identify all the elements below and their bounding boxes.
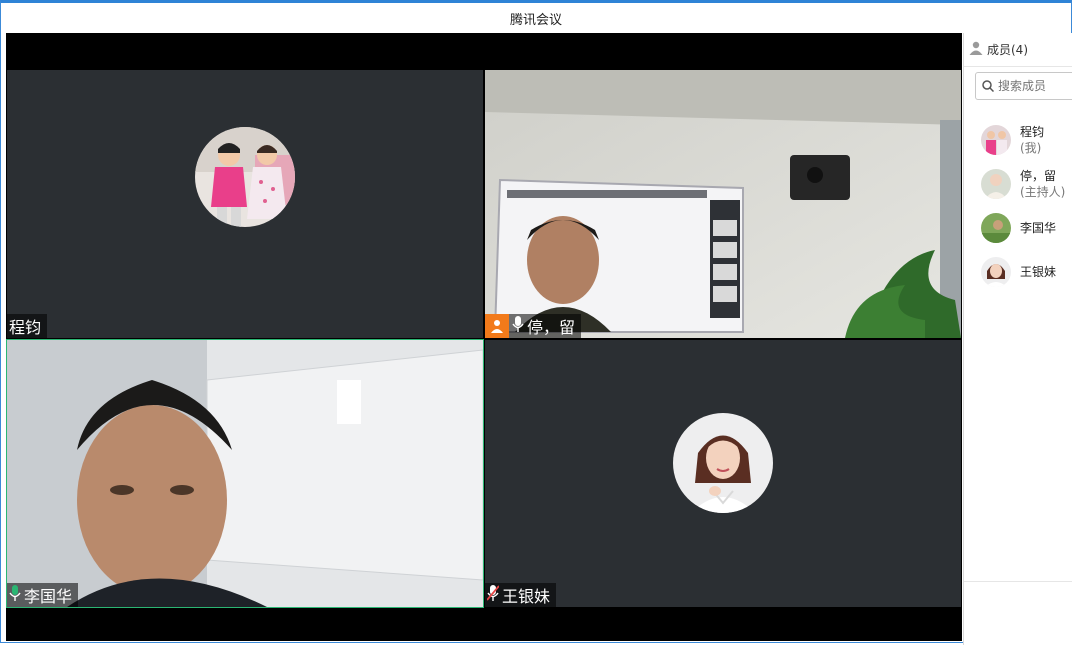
member-search-input[interactable]	[998, 79, 1068, 93]
search-icon	[982, 77, 995, 96]
members-count-label: 成员(4)	[987, 43, 1028, 57]
members-header[interactable]: 成员(4)	[964, 33, 1072, 67]
host-icon	[485, 314, 509, 338]
meeting-window: 腾讯会议 程钧 停，留 李国华 王银妹 成员(4) 搜索成员 程钧 (我) 停，…	[0, 0, 1072, 645]
member-avatar	[981, 213, 1011, 243]
microphone-icon	[512, 316, 524, 336]
person-icon	[969, 41, 983, 58]
member-item[interactable]: 王银妹	[964, 250, 1072, 294]
panel-divider	[964, 581, 1072, 582]
participant-name-tag: 停，留	[485, 314, 582, 338]
member-item[interactable]: 李国华	[964, 206, 1072, 250]
member-avatar	[981, 257, 1011, 287]
member-role: (主持人)	[1020, 185, 1066, 199]
window-title: 腾讯会议	[509, 12, 562, 28]
participant-avatar	[673, 412, 773, 513]
video-tile-2[interactable]: 停，留	[485, 70, 961, 338]
member-search-box[interactable]	[975, 72, 1072, 100]
member-name: 李国华	[1020, 221, 1057, 235]
participant-name: 李国华	[24, 587, 73, 606]
member-item[interactable]: 程钧 (我)	[964, 118, 1072, 162]
participant-name-tag: 王银妹	[485, 583, 557, 607]
participant-name: 停，留	[527, 318, 576, 337]
members-panel: 成员(4) 程钧 (我)	[963, 33, 1072, 645]
member-role: (我)	[1020, 141, 1042, 155]
participant-avatar	[195, 127, 295, 228]
video-grid: 程钧 停，留 李国华 王银妹	[6, 33, 962, 641]
participant-name-tag: 李国华	[7, 583, 79, 607]
video-feed	[485, 70, 961, 338]
video-tile-1[interactable]: 程钧	[7, 70, 483, 338]
title-bar: 腾讯会议	[1, 3, 1071, 33]
participant-name-tag: 程钧	[7, 314, 48, 338]
participant-name: 王银妹	[502, 587, 551, 606]
member-list: 程钧 (我) 停，留 (主持人) 李国华 王银妹	[964, 118, 1072, 294]
member-name: 王银妹	[1020, 265, 1057, 279]
participant-name: 程钧	[9, 318, 42, 337]
member-avatar	[981, 125, 1011, 155]
member-name: 停，留	[1020, 169, 1057, 183]
video-tile-4[interactable]: 王银妹	[485, 340, 961, 607]
member-name: 程钧	[1020, 125, 1045, 139]
video-tile-3[interactable]: 李国华	[6, 339, 484, 608]
microphone-muted-icon	[486, 585, 500, 605]
member-item[interactable]: 停，留 (主持人)	[964, 162, 1072, 206]
video-feed	[7, 340, 483, 607]
microphone-on-icon	[9, 585, 21, 605]
member-avatar	[981, 169, 1011, 199]
